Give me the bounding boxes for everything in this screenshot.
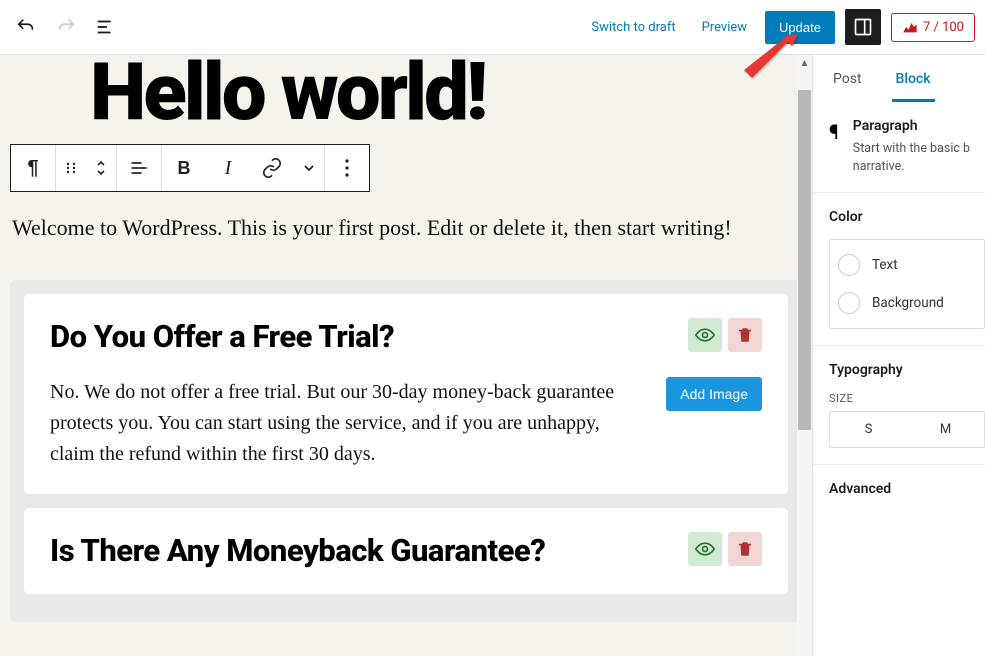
faq-block: Do You Offer a Free Trial? No. We do not… [10, 280, 802, 621]
link-button[interactable] [250, 145, 294, 191]
bold-icon: B [178, 158, 191, 179]
faq-actions [688, 532, 762, 566]
scrollbar-thumb[interactable] [798, 90, 811, 430]
italic-icon: I [225, 157, 232, 180]
block-type-desc: Start with the basic b narrative. [853, 140, 985, 176]
faq-item: Is There Any Moneyback Guarantee? [24, 508, 788, 593]
advanced-heading: Advanced [829, 481, 985, 497]
paragraph-icon: ¶ [27, 157, 38, 180]
block-info-section: ¶ Paragraph Start with the basic b narra… [813, 102, 985, 193]
advanced-section[interactable]: Advanced [813, 465, 985, 513]
block-type-title: Paragraph [853, 118, 985, 134]
paragraph-block[interactable]: Welcome to WordPress. This is your first… [10, 210, 802, 245]
faq-question[interactable]: Is There Any Moneyback Guarantee? [50, 532, 545, 569]
main-area: Hello world! ¶ B I Welcome to WordPr [0, 55, 985, 656]
background-color-label: Background [872, 295, 944, 311]
typography-heading: Typography [829, 362, 985, 378]
more-formatting-button[interactable] [294, 145, 324, 191]
add-image-button[interactable]: Add Image [666, 377, 762, 411]
text-color-label: Text [872, 257, 898, 273]
editor-scrollbar[interactable]: ▲ [797, 55, 812, 656]
background-color-swatch [838, 292, 860, 314]
faq-item: Do You Offer a Free Trial? No. We do not… [24, 294, 788, 494]
toggle-visibility-button[interactable] [688, 318, 722, 352]
block-toolbar: ¶ B I [10, 144, 370, 192]
move-up-down-button[interactable] [86, 145, 116, 191]
text-color-row[interactable]: Text [838, 246, 976, 284]
faq-answer[interactable]: No. We do not offer a free trial. But ou… [50, 377, 648, 470]
size-s-button[interactable]: S [830, 412, 907, 447]
color-section: Color Text Background [813, 193, 985, 346]
size-label: SIZE [829, 392, 985, 405]
paragraph-icon: ¶ [829, 120, 839, 144]
options-button[interactable] [325, 145, 369, 191]
faq-actions [688, 318, 762, 352]
toggle-visibility-button[interactable] [688, 532, 722, 566]
tab-block[interactable]: Block [892, 55, 935, 102]
delete-button[interactable] [728, 532, 762, 566]
color-heading: Color [829, 209, 985, 225]
annotation-arrow-icon [738, 32, 800, 84]
details-button[interactable] [90, 11, 122, 43]
italic-button[interactable]: I [206, 145, 250, 191]
sidebar-tabs: Post Block [813, 55, 985, 102]
editor-canvas: Hello world! ¶ B I Welcome to WordPr [0, 55, 812, 656]
post-title[interactable]: Hello world! [10, 55, 802, 139]
seo-score-button[interactable]: 7 / 100 [891, 13, 975, 42]
faq-question[interactable]: Do You Offer a Free Trial? [50, 318, 394, 355]
settings-panel-toggle[interactable] [845, 9, 881, 45]
top-toolbar: Switch to draft Preview Update 7 / 100 [0, 0, 985, 55]
switch-to-draft-link[interactable]: Switch to draft [583, 14, 683, 41]
size-m-button[interactable]: M [907, 412, 984, 447]
toolbar-left [10, 11, 122, 43]
block-type-button[interactable]: ¶ [11, 145, 55, 191]
undo-button[interactable] [10, 11, 42, 43]
align-button[interactable] [117, 145, 161, 191]
drag-handle[interactable] [56, 145, 86, 191]
bold-button[interactable]: B [162, 145, 206, 191]
redo-button[interactable] [50, 11, 82, 43]
delete-button[interactable] [728, 318, 762, 352]
typography-section: Typography SIZE S M [813, 346, 985, 465]
seo-score-text: 7 / 100 [923, 20, 964, 35]
text-color-swatch [838, 254, 860, 276]
background-color-row[interactable]: Background [838, 284, 976, 322]
tab-post[interactable]: Post [829, 55, 866, 102]
settings-sidebar: Post Block ¶ Paragraph Start with the ba… [812, 55, 985, 656]
